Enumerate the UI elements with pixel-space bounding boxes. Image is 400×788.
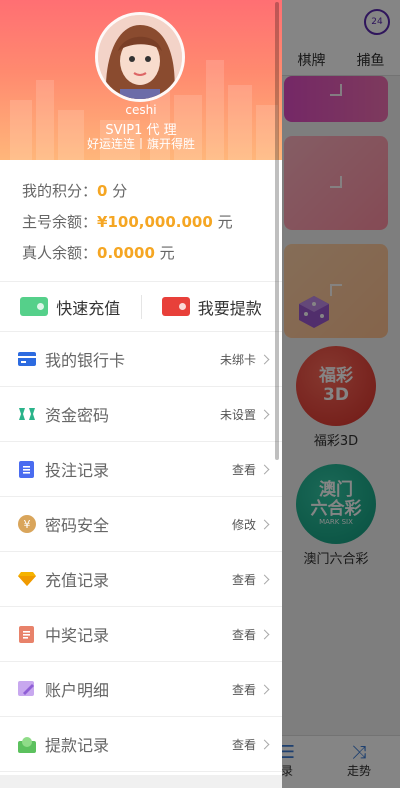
- chevron-right-icon: [259, 574, 270, 584]
- main-balance: 主号余额：¥100,000.000 元: [22, 213, 233, 231]
- chevron-right-icon: [259, 739, 270, 749]
- chevron-right-icon: [259, 409, 270, 419]
- bet-record-icon: [17, 460, 36, 479]
- chevron-right-icon: [259, 629, 270, 639]
- withdraw-record-icon: [17, 735, 36, 754]
- points-balance: 我的积分：0 分: [22, 182, 128, 200]
- username: ceshi: [125, 103, 157, 117]
- scrollbar[interactable]: [275, 2, 279, 460]
- quick-actions: 快速充值 我要提款: [0, 282, 282, 332]
- prize-record-icon: [17, 625, 36, 644]
- avatar[interactable]: [95, 12, 185, 102]
- drawer-bottom-spacer: [0, 775, 282, 788]
- withdraw-button[interactable]: 我要提款: [142, 282, 283, 331]
- slogan: 好运连连丨旗开得胜: [86, 137, 195, 151]
- menu-item-bet-record[interactable]: 投注记录 查看: [0, 442, 282, 497]
- menu-item-account-detail[interactable]: 账户明细 查看: [0, 662, 282, 717]
- chevron-right-icon: [259, 464, 270, 474]
- menu-item-recharge-record[interactable]: 充值记录 查看: [0, 552, 282, 607]
- recharge-wallet-icon: [20, 297, 49, 316]
- bank-card-icon: [17, 350, 36, 369]
- chevron-right-icon: [259, 684, 270, 694]
- chevron-right-icon: [259, 519, 270, 529]
- menu-item-prize-record[interactable]: 中奖记录 查看: [0, 607, 282, 662]
- svg-text:¥: ¥: [23, 518, 30, 531]
- balance-panel: 我的积分：0 分 主号余额：¥100,000.000 元 真人余额：0.0000…: [0, 160, 282, 282]
- fund-password-icon: [17, 405, 36, 424]
- menu-item-bank-card[interactable]: 我的银行卡 未绑卡: [0, 332, 282, 387]
- security-icon: ¥: [17, 515, 36, 534]
- quick-recharge-button[interactable]: 快速充值: [0, 282, 141, 331]
- menu-item-withdraw-record[interactable]: 提款记录 查看: [0, 717, 282, 772]
- chevron-right-icon: [259, 354, 270, 364]
- withdraw-wallet-icon: [161, 297, 190, 316]
- menu-item-password-security[interactable]: ¥ 密码安全 修改: [0, 497, 282, 552]
- account-detail-icon: [17, 680, 36, 699]
- diamond-icon: [17, 570, 36, 589]
- side-drawer: ceshi SVIP1 代 理 好运连连丨旗开得胜 我的积分：0 分 主号余额：…: [0, 0, 282, 788]
- menu-item-fund-password[interactable]: 资金密码 未设置: [0, 387, 282, 442]
- live-balance: 真人余额：0.0000 元: [22, 244, 175, 262]
- profile-header: ceshi SVIP1 代 理 好运连连丨旗开得胜: [0, 0, 282, 160]
